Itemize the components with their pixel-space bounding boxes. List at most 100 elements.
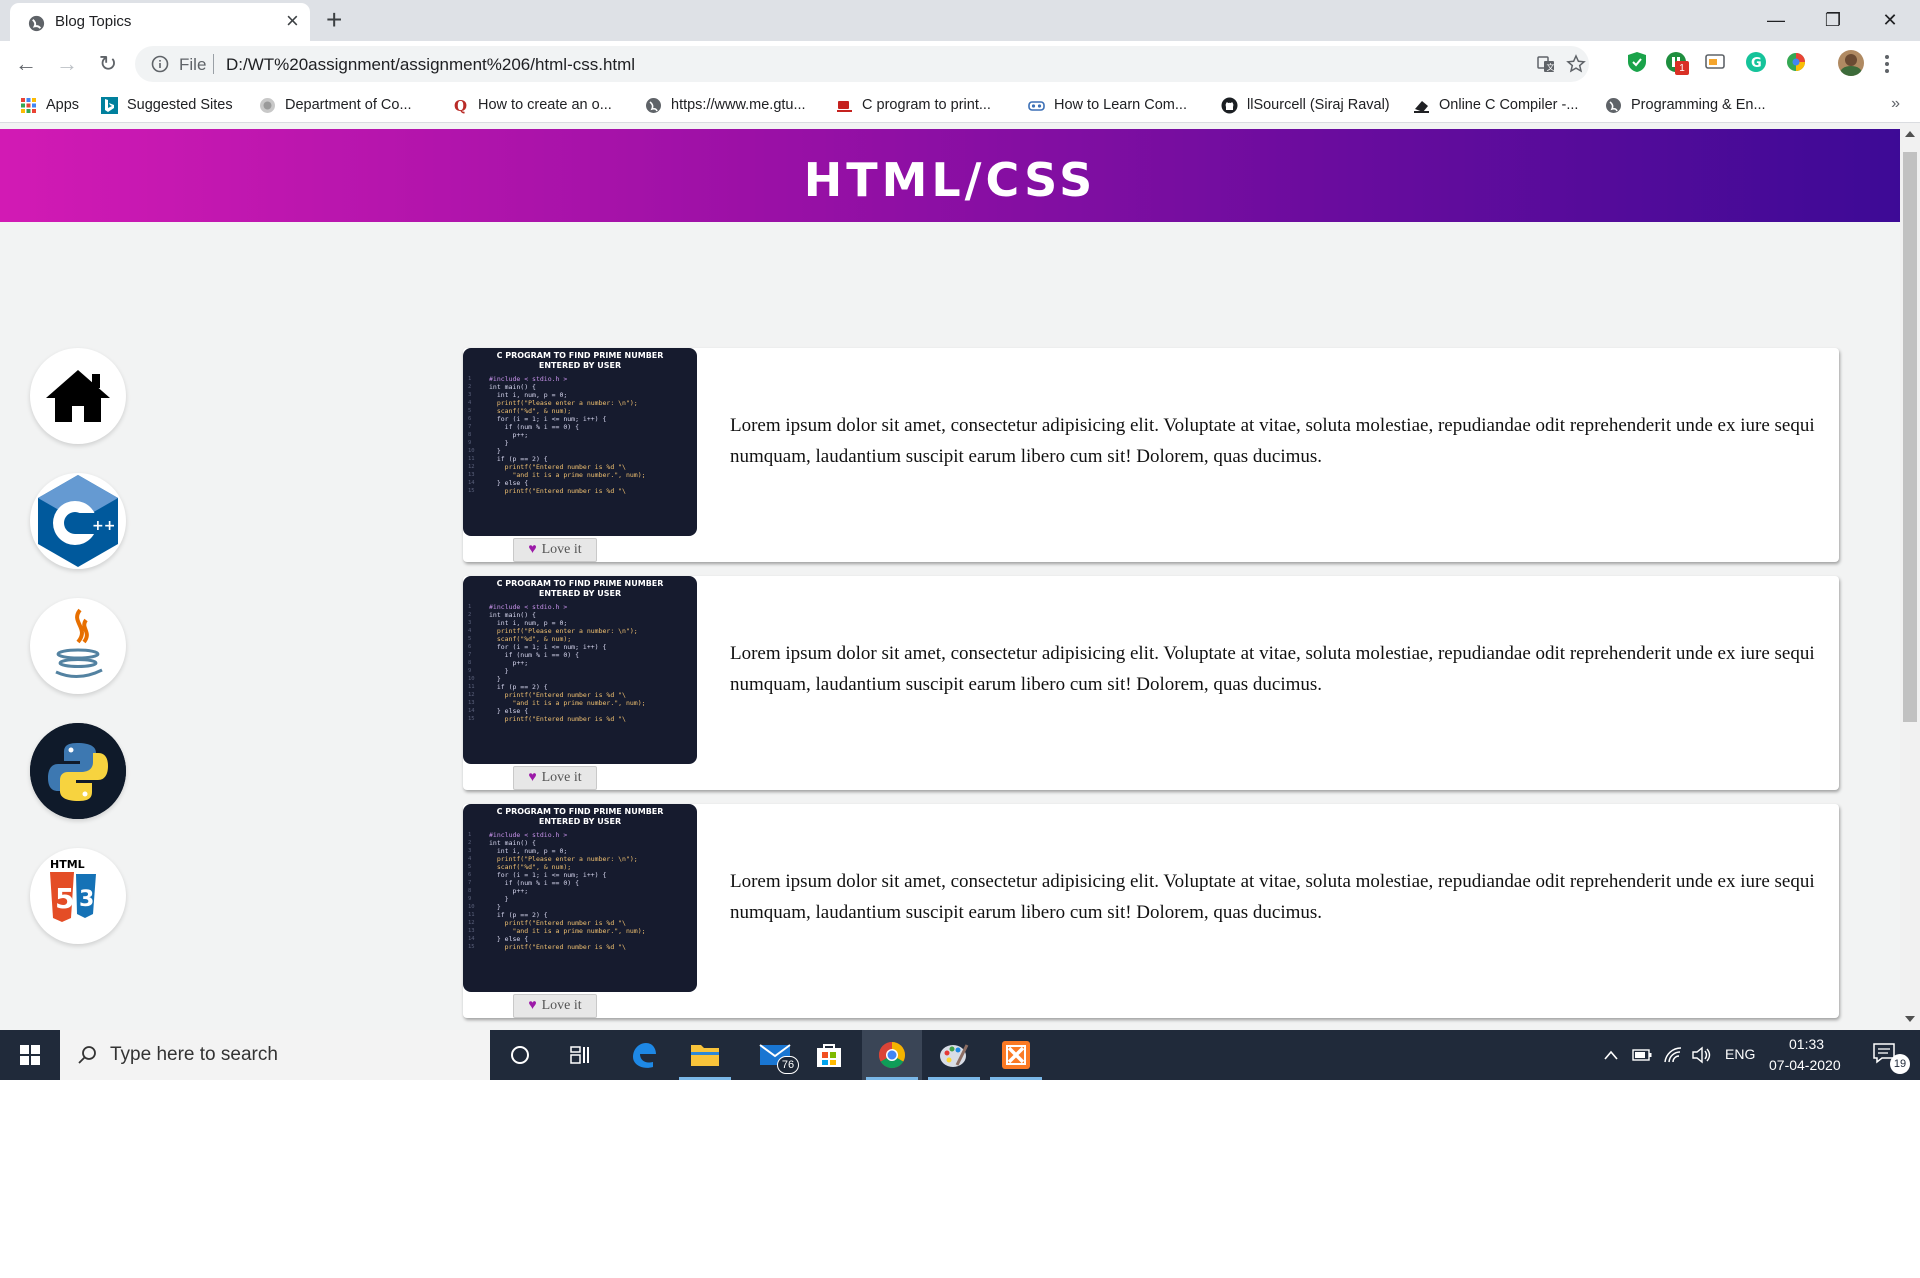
new-tab-button[interactable]: + xyxy=(326,4,342,36)
taskbar-mail[interactable]: 76 xyxy=(745,1030,805,1080)
globe-icon xyxy=(1606,97,1621,113)
sidebar-item-java[interactable] xyxy=(30,598,126,694)
tab-blog-topics[interactable]: Blog Topics × xyxy=(10,3,310,41)
bookmarks-overflow-button[interactable]: » xyxy=(1891,95,1900,113)
scroll-down-arrow-icon[interactable] xyxy=(1905,1016,1915,1022)
thumbnail-title-line2: ENTERED BY USER xyxy=(538,589,622,598)
bookmark-github[interactable]: llSourcell (Siraj Raval) xyxy=(1221,95,1390,115)
robot-icon xyxy=(1028,100,1045,111)
cup-icon xyxy=(837,100,852,112)
sidebar-item-python[interactable] xyxy=(30,723,126,819)
sidebar-item-html-css[interactable]: HTML 5 3 xyxy=(30,848,126,944)
code-line: if (num % i == 0) { xyxy=(489,879,580,887)
sidebar-item-cpp[interactable]: ++ xyxy=(30,473,126,569)
code-thumbnail[interactable]: C PROGRAM TO FIND PRIME NUMBER ENTERED BY… xyxy=(463,348,697,536)
svg-text:Q: Q xyxy=(454,97,467,114)
thumbnail-title: C PROGRAM TO FIND PRIME NUMBER ENTERED BY… xyxy=(463,579,697,599)
taskbar-store[interactable] xyxy=(799,1030,859,1080)
html5-css3-icon: HTML 5 3 xyxy=(50,858,96,922)
taskbar-search[interactable]: Type here to search xyxy=(60,1030,490,1080)
shield-icon[interactable] xyxy=(1626,51,1648,73)
address-bar[interactable]: File D:/WT%20assignment/assignment%206/h… xyxy=(135,46,1589,82)
language-indicator[interactable]: ENG xyxy=(1725,1046,1755,1062)
scroll-up-arrow-icon[interactable] xyxy=(1905,131,1915,137)
avatar-body xyxy=(1840,66,1862,76)
code-thumbnail[interactable]: C PROGRAM TO FIND PRIME NUMBER ENTERED BY… xyxy=(463,576,697,764)
bookmark-apps[interactable]: Apps xyxy=(20,95,79,115)
info-icon[interactable] xyxy=(151,55,169,73)
vertical-scrollbar[interactable] xyxy=(1900,123,1920,1030)
chrome-icon xyxy=(878,1041,906,1069)
bookmark-department[interactable]: Department of Co... xyxy=(259,95,412,115)
start-button[interactable] xyxy=(0,1030,60,1080)
translate-icon[interactable]: 文 xyxy=(1536,54,1556,74)
bookmark-label: Apps xyxy=(46,97,80,113)
bookmark-label: Programming & En... xyxy=(1631,97,1766,113)
restore-button[interactable]: ❐ xyxy=(1803,2,1863,38)
globe-icon xyxy=(646,97,661,113)
more-options-icon[interactable] xyxy=(1882,53,1892,75)
wifi-icon[interactable] xyxy=(1663,1046,1683,1064)
forward-button[interactable]: → xyxy=(55,51,79,76)
card-text: Lorem ipsum dolor sit amet, consectetur … xyxy=(730,415,1815,467)
grammarly-icon[interactable]: G xyxy=(1745,51,1767,73)
love-it-button[interactable]: ♥ Love it xyxy=(513,538,597,562)
bookmark-quora[interactable]: Q How to create an o... xyxy=(452,95,612,115)
bookmark-compiler[interactable]: Online C Compiler -... xyxy=(1413,95,1578,115)
windows-taskbar: Type here to search 76 ENG 01:33 07-04-2… xyxy=(0,1030,1920,1080)
extension-with-badge[interactable]: 1 xyxy=(1665,51,1689,75)
back-button[interactable]: ← xyxy=(14,51,38,76)
star-icon[interactable] xyxy=(1566,54,1586,74)
battery-icon[interactable] xyxy=(1632,1048,1652,1062)
bookmark-suggested-sites[interactable]: Suggested Sites xyxy=(101,95,233,115)
code-line: } xyxy=(489,667,509,675)
paint-palette-icon xyxy=(940,1044,969,1067)
cast-icon[interactable] xyxy=(1704,51,1726,73)
taskbar-chrome[interactable] xyxy=(862,1030,922,1080)
bookmark-programming[interactable]: Programming & En... xyxy=(1605,95,1766,115)
python-icon xyxy=(30,723,126,819)
bookmark-learn[interactable]: How to Learn Com... xyxy=(1028,95,1187,115)
bookmark-c-program[interactable]: C program to print... xyxy=(836,95,991,115)
compiler-icon xyxy=(1414,100,1429,113)
edge-icon xyxy=(633,1043,656,1068)
cortana-circle-icon xyxy=(511,1046,529,1064)
taskbar-edge[interactable] xyxy=(614,1030,674,1080)
task-view-button[interactable] xyxy=(550,1030,610,1080)
apps-grid-icon xyxy=(21,97,36,113)
love-it-button[interactable]: ♥ Love it xyxy=(513,994,597,1018)
code-line: if (p == 2) { xyxy=(489,455,548,463)
sidebar-item-home[interactable] xyxy=(30,348,126,444)
heart-icon: ♥ xyxy=(528,770,537,785)
reload-button[interactable]: ↻ xyxy=(96,51,120,76)
code-line: if (p == 2) { xyxy=(489,683,548,691)
bookmark-gtu[interactable]: https://www.me.gtu... xyxy=(645,95,806,115)
url-text[interactable]: D:/WT%20assignment/assignment%206/html-c… xyxy=(226,55,635,75)
clock-date[interactable]: 07-04-2020 xyxy=(1769,1057,1841,1073)
taskbar-paint[interactable] xyxy=(924,1030,984,1080)
show-hidden-icons-chevron-icon[interactable] xyxy=(1603,1049,1619,1061)
blog-card: C PROGRAM TO FIND PRIME NUMBER ENTERED BY… xyxy=(463,576,1839,790)
colorful-extension-icon[interactable] xyxy=(1785,51,1807,73)
love-it-button[interactable]: ♥ Love it xyxy=(513,766,597,790)
love-it-label: Love it xyxy=(541,770,582,785)
clock-time[interactable]: 01:33 xyxy=(1789,1036,1824,1052)
minimize-button[interactable]: — xyxy=(1746,2,1806,38)
tab-close-icon[interactable]: × xyxy=(286,10,299,32)
close-window-button[interactable]: ✕ xyxy=(1860,2,1920,38)
scrollbar-thumb[interactable] xyxy=(1903,152,1917,722)
profile-avatar[interactable] xyxy=(1838,50,1864,76)
taskbar-file-explorer[interactable] xyxy=(675,1030,735,1080)
volume-icon[interactable] xyxy=(1691,1046,1713,1064)
code-thumbnail[interactable]: C PROGRAM TO FIND PRIME NUMBER ENTERED BY… xyxy=(463,804,697,992)
code-line: "and it is a prime number.", num); xyxy=(489,927,646,935)
action-center-button[interactable]: 19 xyxy=(1860,1030,1920,1080)
taskbar-xampp[interactable] xyxy=(986,1030,1046,1080)
header-banner: HTML/CSS xyxy=(0,129,1900,222)
close-icon: ✕ xyxy=(1882,9,1898,30)
page-viewport: HTML/CSS ++ HTML 5 3 C PROGRAM TO FIND PRI… xyxy=(0,123,1920,1030)
code-line: int main() { xyxy=(489,611,536,619)
bookmark-label: Online C Compiler -... xyxy=(1439,97,1579,113)
code-line: } else { xyxy=(489,707,529,715)
cortana-button[interactable] xyxy=(490,1030,550,1080)
